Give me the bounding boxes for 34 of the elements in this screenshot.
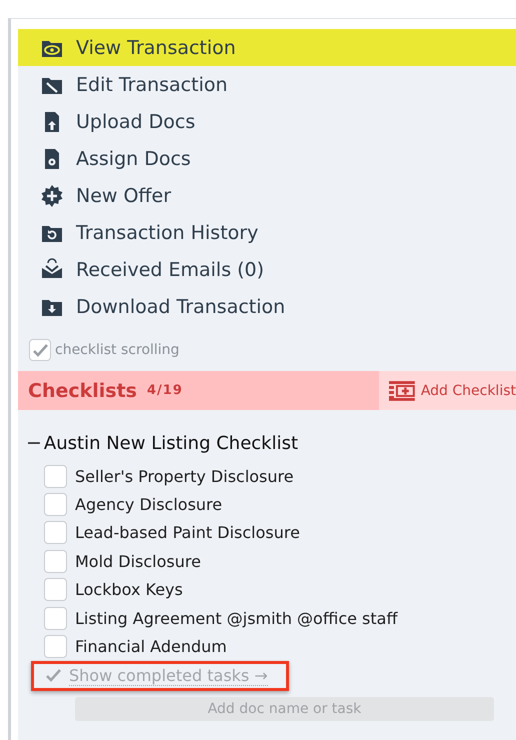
checkbox[interactable]: [44, 635, 67, 658]
count-label: 4/19: [146, 383, 183, 398]
menu-item[interactable]: Assign Docs: [18, 140, 516, 177]
checkbox[interactable]: [44, 521, 67, 544]
checklist-title: Austin New Listing Checklist: [44, 432, 298, 454]
checkbox[interactable]: [29, 339, 51, 361]
menu-item[interactable]: Transaction History: [18, 214, 516, 251]
checkbox[interactable]: [44, 606, 67, 630]
menu-item[interactable]: Edit Transaction: [18, 66, 516, 103]
task-label: Lockbox Keys: [75, 580, 183, 600]
menu-item[interactable]: New Offer: [18, 177, 516, 214]
collapse-toggle[interactable]: −: [26, 432, 42, 454]
menu-item[interactable]: Download Transaction: [18, 288, 516, 325]
menu-item[interactable]: Upload Docs: [18, 103, 516, 140]
menu-item[interactable]: View Transaction: [18, 29, 516, 66]
task-label: Financial Adendum: [75, 637, 227, 656]
task-label: Lead-based Paint Disclosure: [75, 523, 300, 542]
menu-item[interactable]: Received Emails (0): [18, 251, 516, 288]
task-label: Mold Disclosure: [75, 552, 201, 571]
checkbox[interactable]: [44, 578, 67, 602]
add-list-icon: [389, 380, 415, 400]
check-icon: [46, 669, 61, 682]
check-icon: [32, 344, 48, 356]
task-label: Seller's Property Disclosure: [75, 466, 294, 486]
section-title: Checklists: [28, 380, 137, 402]
task-label: Agency Disclosure: [75, 495, 222, 514]
badge-plus-icon: [40, 184, 64, 208]
checkbox-label: checklist scrolling: [55, 342, 180, 358]
checkbox[interactable]: [44, 493, 67, 516]
task-label: Listing Agreement @jsmith @office staff: [75, 608, 398, 628]
checkbox[interactable]: [44, 464, 67, 488]
add-checklist-button[interactable]: Add Checklist: [379, 371, 516, 410]
checkbox[interactable]: [44, 550, 67, 573]
add-task-field[interactable]: Add doc name or task: [75, 696, 494, 721]
